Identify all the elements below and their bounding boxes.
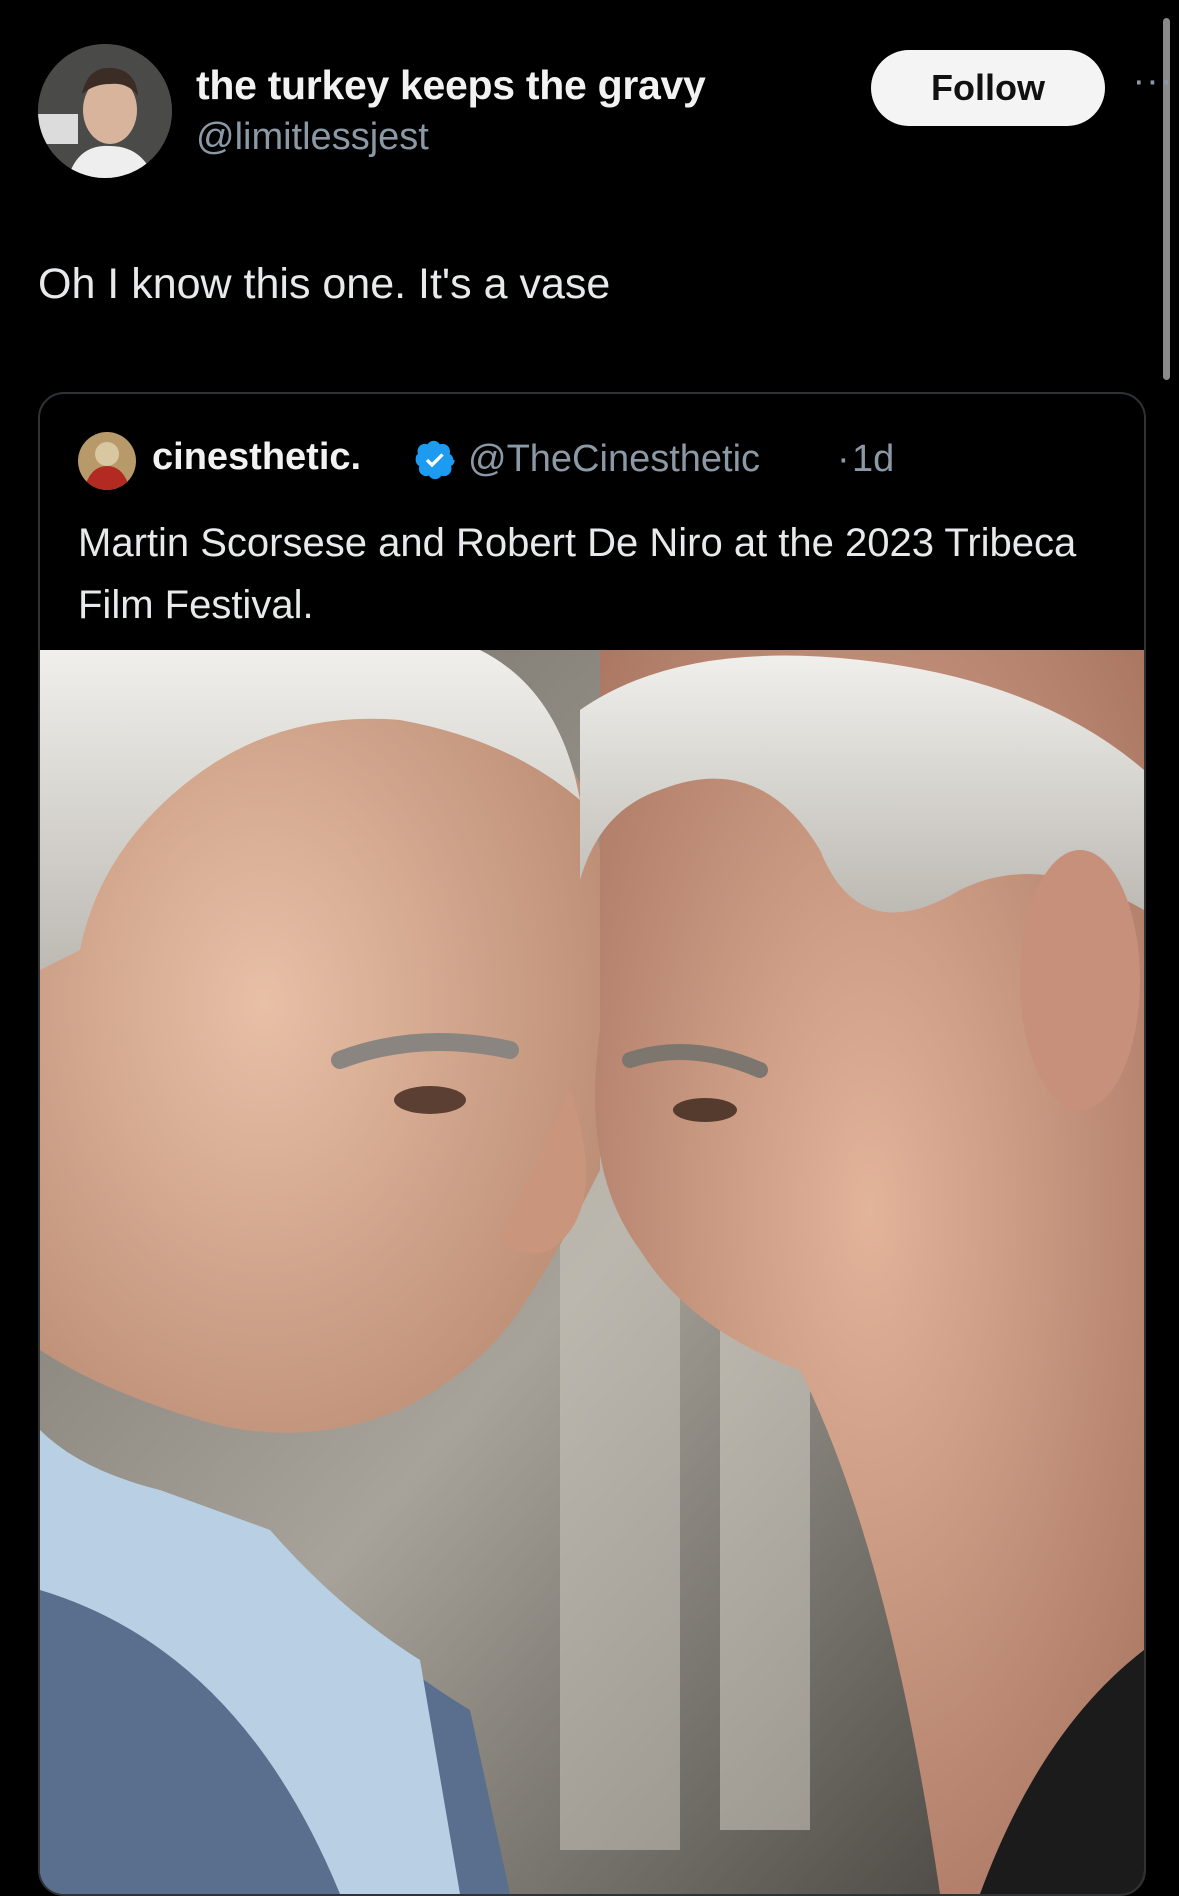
quoted-author-handle[interactable]: @TheCinesthetic — [468, 438, 760, 481]
tweet-text: Oh I know this one. It's a vase — [38, 260, 611, 308]
quoted-timestamp[interactable]: 1d — [852, 438, 894, 481]
verified-badge-icon — [415, 440, 455, 480]
quoted-author-name[interactable]: cinesthetic. — [152, 436, 361, 479]
quoted-tweet[interactable]: cinesthetic. @TheCinesthetic · 1d Martin… — [38, 392, 1146, 1896]
more-options-icon[interactable]: ··· — [1128, 62, 1178, 104]
tweet-header: the turkey keeps the gravy @limitlessjes… — [38, 44, 1172, 184]
author-avatar[interactable] — [38, 44, 172, 178]
follow-button[interactable]: Follow — [871, 50, 1105, 126]
author-display-name[interactable]: the turkey keeps the gravy — [196, 62, 706, 109]
quoted-tweet-text: Martin Scorsese and Robert De Niro at th… — [78, 521, 1077, 627]
separator-dot: · — [837, 438, 850, 480]
quoted-author-avatar[interactable] — [78, 432, 136, 490]
quoted-tweet-photo[interactable] — [40, 650, 1144, 1894]
author-handle[interactable]: @limitlessjest — [196, 116, 429, 159]
photo-illustration — [40, 650, 1144, 1894]
